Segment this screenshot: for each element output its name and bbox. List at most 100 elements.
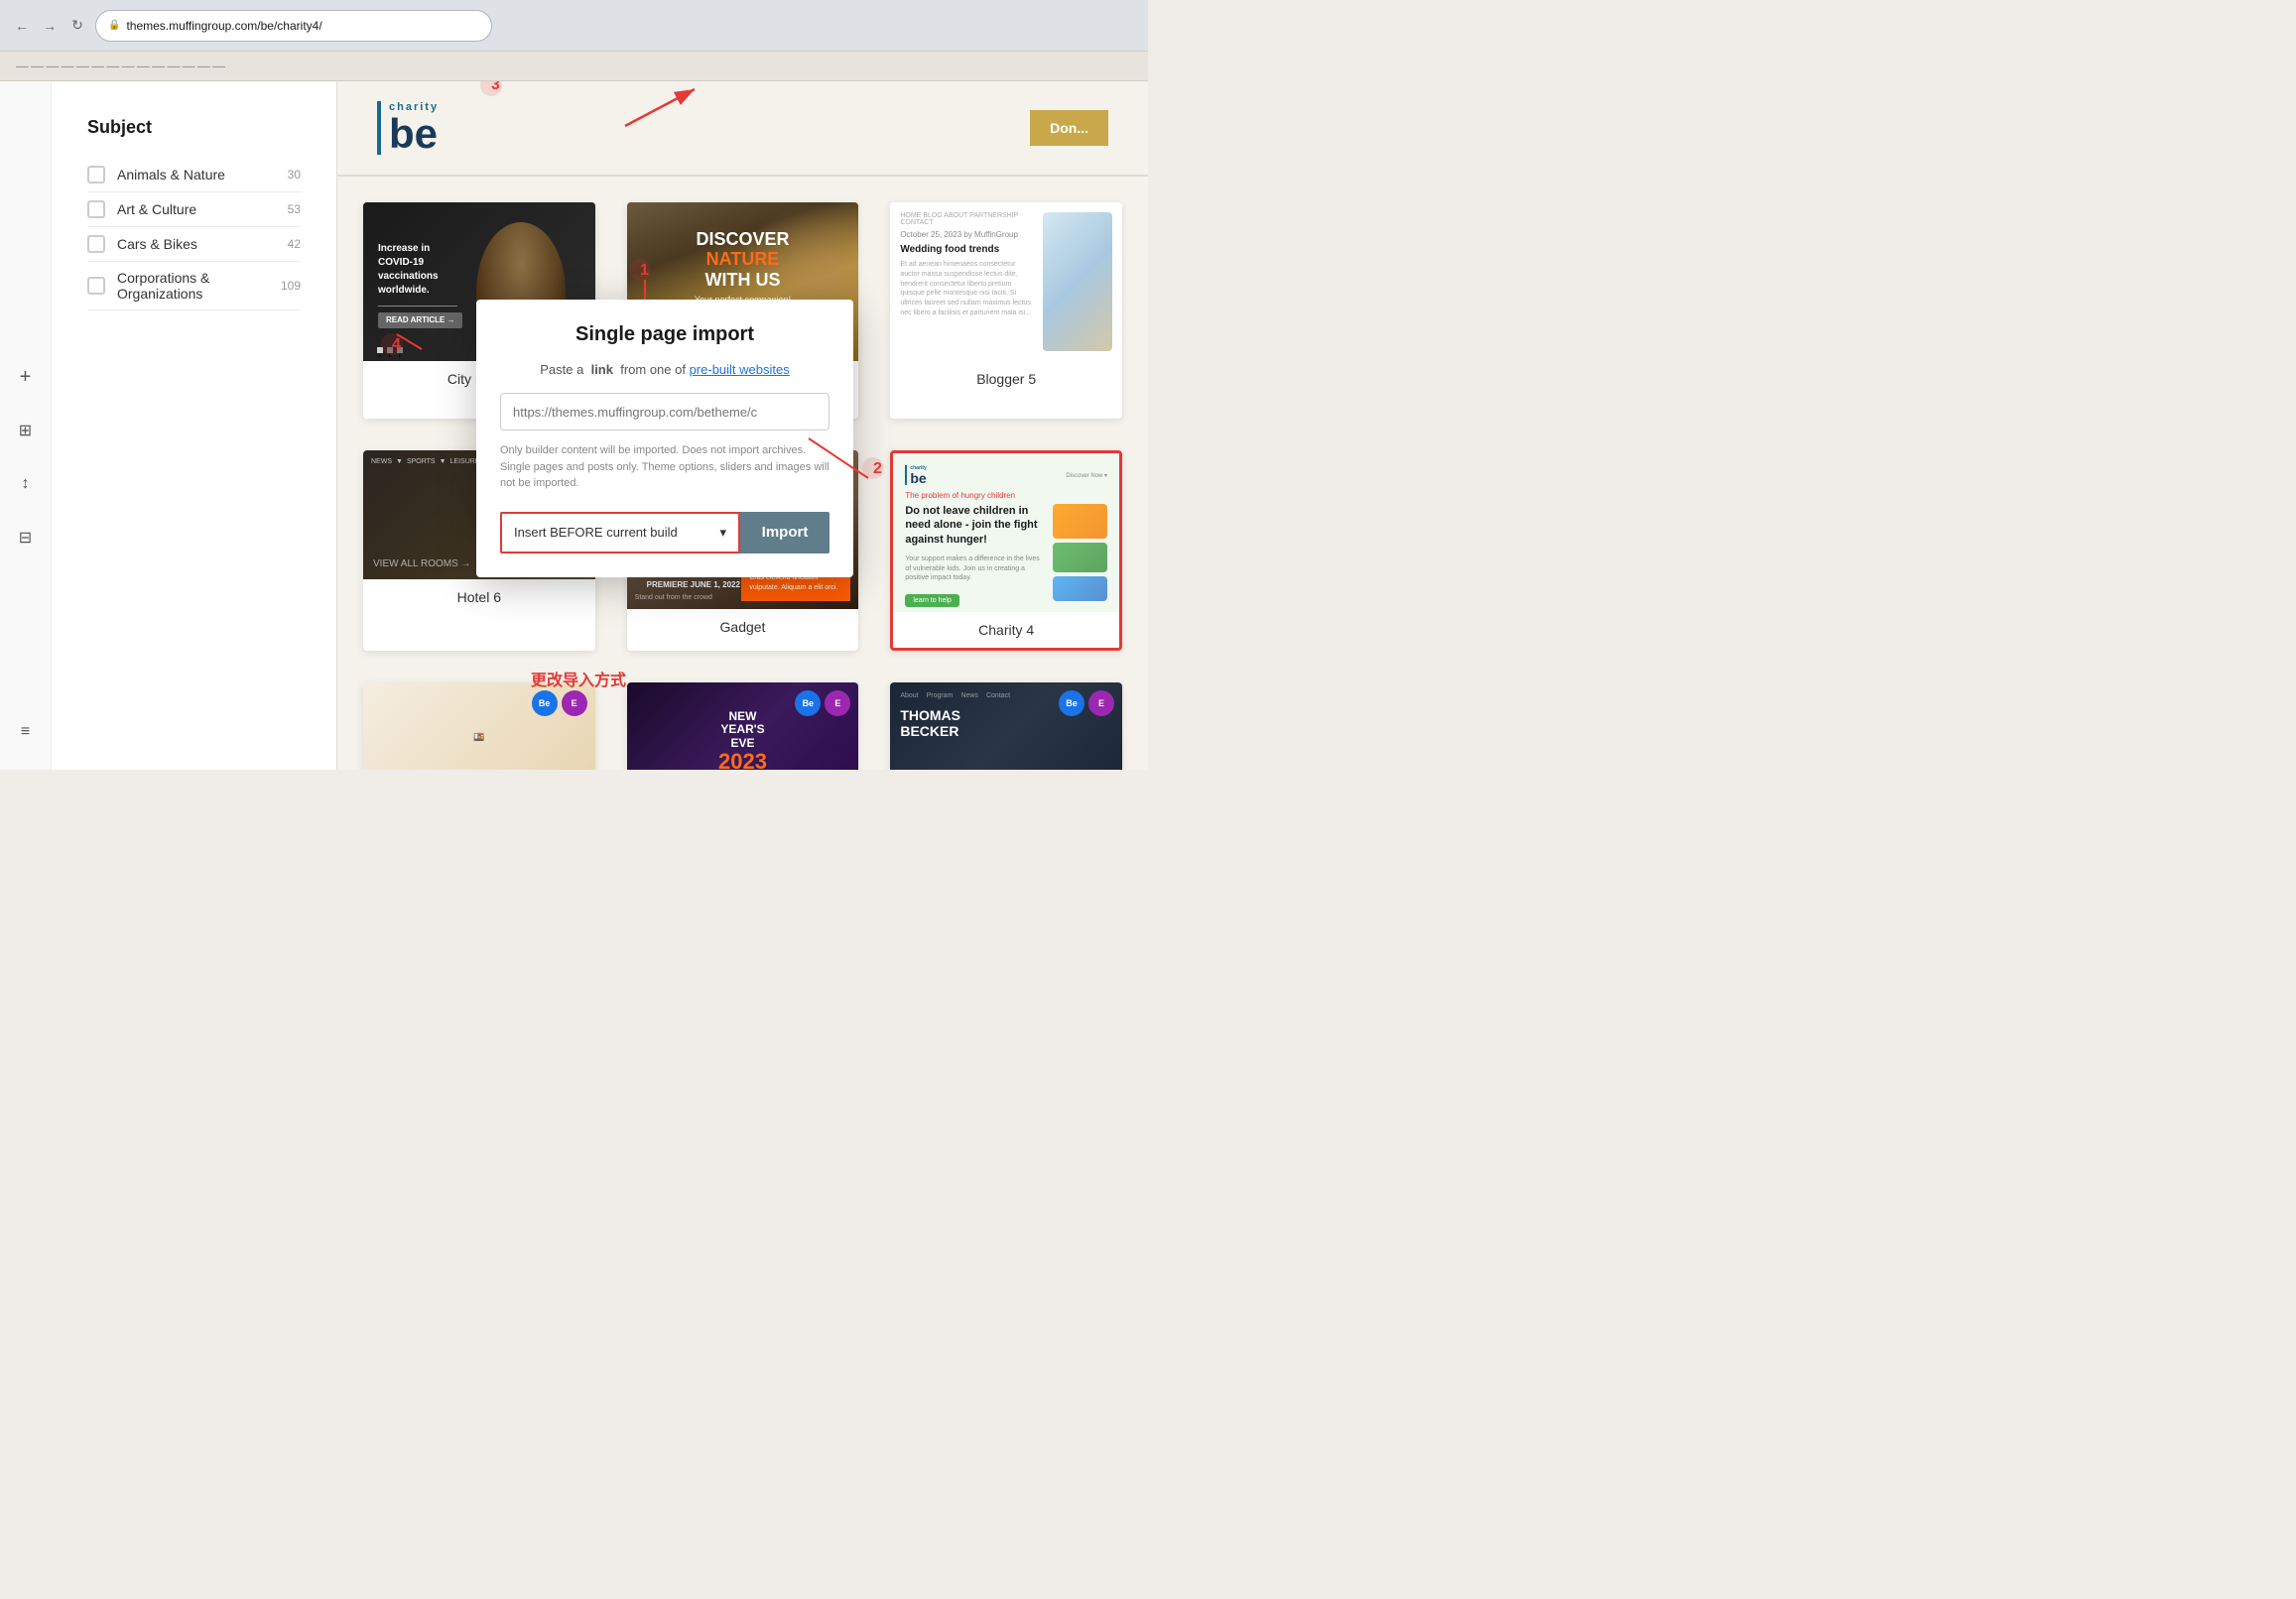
donate-button[interactable]: Don... — [1030, 110, 1108, 146]
modal-desc: Paste a link from one of pre-built websi… — [500, 362, 829, 377]
insert-before-button[interactable]: Insert BEFORE current build ▾ — [500, 512, 740, 554]
becker-badges: Be E — [1059, 690, 1114, 716]
filter-art[interactable]: Art & Culture 53 — [87, 192, 301, 227]
charity-thumb-header: charity be Discover Now ▾ — [905, 465, 1107, 485]
charity-wordmark-be: be — [389, 113, 439, 155]
modal-desc-text: Paste a link from one of — [540, 362, 689, 377]
figure-2 — [1053, 543, 1107, 572]
browser-chrome: ← → ↻ 🔒 themes.muffingroup.com/be/charit… — [0, 0, 1148, 52]
address-bar[interactable]: 🔒 themes.muffingroup.com/be/charity4/ — [95, 10, 492, 42]
blogger-text: HOME BLOG ABOUT PARTNERSHIP CONTACT Octo… — [900, 212, 1033, 351]
toolbar-items: ── ── ── ── ── ── ── ── ── ── ── ── ── ─… — [16, 62, 225, 71]
left-sidebar: + ⊞ ↕ ⊟ ≡ Subject Animals & Nature 30 Ar… — [0, 81, 337, 770]
lock-icon: 🔒 — [108, 20, 120, 31]
filter-panel: Subject Animals & Nature 30 Art & Cultur… — [71, 101, 317, 326]
with-us-text: WITH US — [695, 270, 791, 291]
template-nye[interactable]: Be E NEWYEAR'SEVE 2023 — [627, 682, 859, 770]
add-icon[interactable]: + — [8, 359, 44, 395]
charity-desc: Your support makes a difference in the l… — [905, 554, 1045, 583]
animals-label: Animals & Nature — [117, 167, 280, 183]
badge-be-becker: Be — [1059, 690, 1084, 716]
template-sushi[interactable]: Be E 🍱 — [363, 682, 595, 770]
cityhall-caption: Increase inCOVID-19vaccinationsworldwide… — [378, 242, 462, 298]
charity-thumb: charity be Discover Now ▾ The problem of… — [893, 453, 1119, 612]
sort-icon[interactable]: ↕ — [8, 466, 44, 502]
art-label: Art & Culture — [117, 201, 280, 217]
nature-text: NATURE — [695, 249, 791, 270]
art-checkbox[interactable] — [87, 200, 105, 218]
template-charity-4[interactable]: Be E charity be Discover N — [890, 450, 1122, 651]
animals-count: 30 — [288, 168, 301, 182]
back-button[interactable]: ← — [12, 16, 32, 36]
insert-label: Insert BEFORE current build — [514, 525, 678, 540]
charity-thumb-tagline: Discover Now ▾ — [1066, 472, 1107, 479]
import-modal: Single page import Paste a link from one… — [476, 300, 853, 577]
charity-illustration — [1053, 504, 1107, 607]
corps-label: Corporations & Organizations — [117, 270, 273, 302]
url-text: themes.muffingroup.com/be/charity4/ — [126, 19, 321, 33]
filter-corps[interactable]: Corporations & Organizations 109 — [87, 262, 301, 310]
logo-container: charity be — [377, 101, 439, 155]
dot-3: · — [397, 347, 403, 353]
filter-animals[interactable]: Animals & Nature 30 — [87, 158, 301, 192]
badge-be-sushi: Be — [532, 690, 558, 716]
sidebar-icon-strip: + ⊞ ↕ ⊟ ≡ — [0, 81, 52, 770]
blogger-name: Blogger 5 — [890, 361, 1122, 397]
badge-e-nye: E — [825, 690, 850, 716]
cars-count: 42 — [288, 237, 301, 251]
blogger-nav: HOME BLOG ABOUT PARTNERSHIP CONTACT — [900, 212, 1033, 226]
animals-checkbox[interactable] — [87, 166, 105, 184]
charity-learn-btn[interactable]: learn to help — [905, 594, 959, 607]
city-hall-text: Increase inCOVID-19vaccinationsworldwide… — [378, 242, 462, 328]
corps-count: 109 — [281, 279, 301, 293]
refresh-button[interactable]: ↻ — [67, 16, 87, 36]
charity-problem-text: The problem of hungry children — [905, 491, 1107, 500]
charity-be-text: be — [910, 471, 926, 485]
modal-note: Only builder content will be imported. D… — [500, 442, 829, 492]
badge-be-nye: Be — [795, 690, 821, 716]
cars-checkbox[interactable] — [87, 235, 105, 253]
annotation-bar: ── ── ── ── ── ── ── ── ── ── ── ── ── ─… — [0, 52, 1148, 81]
nye-year: 2023 — [718, 750, 767, 770]
blogger-thumb: HOME BLOG ABOUT PARTNERSHIP CONTACT Octo… — [890, 202, 1122, 361]
gadget-name: Gadget — [627, 609, 859, 645]
dot-2: · — [387, 347, 393, 353]
url-input[interactable] — [500, 393, 829, 430]
dot-1: · — [377, 347, 383, 353]
charity-main-title: Do not leave children in need alone - jo… — [905, 504, 1045, 547]
charity-logo-mark: charity be — [905, 465, 926, 485]
figure-3 — [1053, 576, 1107, 601]
dot-indicators: · · · — [377, 347, 403, 353]
import-button[interactable]: Import — [740, 512, 829, 554]
art-count: 53 — [288, 202, 301, 216]
charity-thumb-logo: charity be — [905, 465, 926, 485]
corps-checkbox[interactable] — [87, 277, 105, 295]
layout-icon[interactable]: ⊟ — [8, 520, 44, 555]
filter-cars[interactable]: Cars & Bikes 42 — [87, 227, 301, 262]
charity-content-row: Do not leave children in need alone - jo… — [905, 504, 1107, 607]
forward-button[interactable]: → — [40, 16, 60, 36]
layers-icon[interactable]: ≡ — [8, 714, 44, 750]
grid-icon[interactable]: ⊞ — [8, 413, 44, 448]
template-row-3: Be E 🍱 Be E NEWYEAR'SEVE 2023 — [353, 673, 1132, 770]
blogger-title: Wedding food trends — [900, 243, 1033, 256]
blogger-img — [1043, 212, 1112, 351]
read-article-btn[interactable]: READ ARTICLE → — [378, 312, 462, 328]
hotel-name: Hotel 6 — [363, 579, 595, 615]
modal-actions: Insert BEFORE current build ▾ Import — [500, 512, 829, 554]
cars-label: Cars & Bikes — [117, 236, 280, 252]
content-area: charity be Don... Be E — [337, 81, 1148, 770]
pre-built-link[interactable]: pre-built websites — [690, 362, 790, 377]
blogger-date: October 25, 2023 by MuffinGroup — [900, 230, 1033, 239]
blogger-body: Et ad aenean himenaeos consectetur aucto… — [900, 260, 1033, 318]
template-becker[interactable]: Be E AboutProgramNewsContact THOMASBECKE… — [890, 682, 1122, 770]
charity-name: Charity 4 — [893, 612, 1119, 648]
template-blogger-5[interactable]: HOME BLOG ABOUT PARTNERSHIP CONTACT Octo… — [890, 202, 1122, 419]
gadget-date: Premiere June 1, 2022 — [647, 581, 740, 589]
sushi-badges: Be E — [532, 690, 587, 716]
dropdown-chevron-icon: ▾ — [719, 525, 726, 541]
modal-title: Single page import — [500, 323, 829, 346]
main-layout: + ⊞ ↕ ⊟ ≡ Subject Animals & Nature 30 Ar… — [0, 81, 1148, 770]
sushi-placeholder: 🍱 — [473, 732, 484, 743]
charity-logo: charity be — [377, 101, 439, 155]
